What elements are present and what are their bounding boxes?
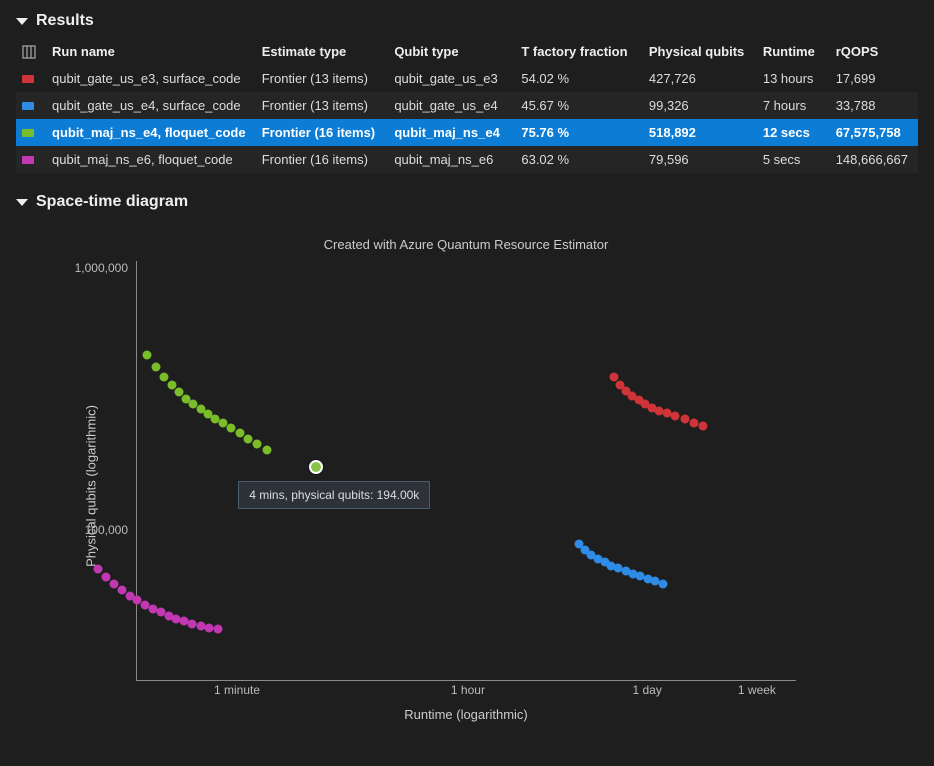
cell-rqops: 33,788 <box>830 92 918 119</box>
spacetime-section-header[interactable]: Space-time diagram <box>0 181 934 219</box>
cell-physical-qubits: 79,596 <box>643 146 757 173</box>
data-point[interactable] <box>93 564 102 573</box>
y-tick-label: 100,000 <box>85 523 128 537</box>
cell-run-name: qubit_gate_us_e3, surface_code <box>46 65 256 92</box>
cell-estimate-type: Frontier (13 items) <box>256 92 389 119</box>
cell-run-name: qubit_maj_ns_e4, floquet_code <box>46 119 256 146</box>
table-row[interactable]: qubit_maj_ns_e4, floquet_codeFrontier (1… <box>16 119 918 146</box>
cell-t-factory: 63.02 % <box>515 146 643 173</box>
cell-t-factory: 75.76 % <box>515 119 643 146</box>
cell-t-factory: 45.67 % <box>515 92 643 119</box>
chart-title: Created with Azure Quantum Resource Esti… <box>136 237 796 252</box>
series-color-icon <box>22 75 34 83</box>
data-point[interactable] <box>671 412 680 421</box>
cell-runtime: 5 secs <box>757 146 830 173</box>
table-row[interactable]: qubit_maj_ns_e6, floquet_codeFrontier (1… <box>16 146 918 173</box>
cell-run-name: qubit_maj_ns_e6, floquet_code <box>46 146 256 173</box>
cell-physical-qubits: 427,726 <box>643 65 757 92</box>
data-point[interactable] <box>262 446 271 455</box>
plot-area[interactable]: 4 mins, physical qubits: 194.00k <box>136 261 796 681</box>
data-point[interactable] <box>213 625 222 634</box>
data-point[interactable] <box>151 362 160 371</box>
cell-t-factory: 54.02 % <box>515 65 643 92</box>
spacetime-chart: Created with Azure Quantum Resource Esti… <box>6 231 934 741</box>
col-estimate-type[interactable]: Estimate type <box>256 38 389 65</box>
data-point[interactable] <box>662 409 671 418</box>
results-section-header[interactable]: Results <box>0 0 934 38</box>
data-point[interactable] <box>699 421 708 430</box>
cell-estimate-type: Frontier (13 items) <box>256 65 389 92</box>
x-tick-label: 1 day <box>632 683 661 697</box>
series-color-icon <box>22 129 34 137</box>
data-point[interactable] <box>143 351 152 360</box>
y-tick-label: 1,000,000 <box>75 261 128 275</box>
cell-rqops: 148,666,667 <box>830 146 918 173</box>
data-point[interactable] <box>187 619 196 628</box>
data-point[interactable] <box>690 418 699 427</box>
cell-rqops: 17,699 <box>830 65 918 92</box>
col-run-name[interactable]: Run name <box>46 38 256 65</box>
col-physical-qubits[interactable]: Physical qubits <box>643 38 757 65</box>
grid-icon <box>22 45 36 59</box>
cell-run-name: qubit_gate_us_e4, surface_code <box>46 92 256 119</box>
table-header-row: Run name Estimate type Qubit type T fact… <box>16 38 918 65</box>
chevron-down-icon <box>16 18 28 25</box>
series-color-icon <box>22 102 34 110</box>
data-point[interactable] <box>658 579 667 588</box>
col-rqops[interactable]: rQOPS <box>830 38 918 65</box>
results-table: Run name Estimate type Qubit type T fact… <box>16 38 918 173</box>
grid-icon-header <box>16 38 46 65</box>
data-point[interactable] <box>680 415 689 424</box>
cell-rqops: 67,575,758 <box>830 119 918 146</box>
col-qubit-type[interactable]: Qubit type <box>388 38 515 65</box>
x-tick-label: 1 hour <box>451 683 485 697</box>
spacetime-title: Space-time diagram <box>36 193 188 211</box>
col-runtime[interactable]: Runtime <box>757 38 830 65</box>
cell-estimate-type: Frontier (16 items) <box>256 146 389 173</box>
data-point[interactable] <box>227 424 236 433</box>
results-title: Results <box>36 12 94 30</box>
data-point[interactable] <box>205 623 214 632</box>
cell-physical-qubits: 99,326 <box>643 92 757 119</box>
cell-runtime: 13 hours <box>757 65 830 92</box>
x-axis-label: Runtime (logarithmic) <box>136 707 796 749</box>
x-tick-label: 1 minute <box>214 683 260 697</box>
cell-qubit-type: qubit_maj_ns_e4 <box>388 119 515 146</box>
cell-estimate-type: Frontier (16 items) <box>256 119 389 146</box>
cell-runtime: 7 hours <box>757 92 830 119</box>
cell-runtime: 12 secs <box>757 119 830 146</box>
table-row[interactable]: qubit_gate_us_e4, surface_codeFrontier (… <box>16 92 918 119</box>
col-t-factory[interactable]: T factory fraction <box>515 38 643 65</box>
table-row[interactable]: qubit_gate_us_e3, surface_codeFrontier (… <box>16 65 918 92</box>
chart-tooltip: 4 mins, physical qubits: 194.00k <box>238 481 430 509</box>
series-color-icon <box>22 156 34 164</box>
highlighted-point[interactable] <box>309 460 323 474</box>
cell-physical-qubits: 518,892 <box>643 119 757 146</box>
data-point[interactable] <box>244 434 253 443</box>
data-point[interactable] <box>253 440 262 449</box>
chevron-down-icon <box>16 199 28 206</box>
cell-qubit-type: qubit_gate_us_e4 <box>388 92 515 119</box>
data-point[interactable] <box>159 372 168 381</box>
cell-qubit-type: qubit_maj_ns_e6 <box>388 146 515 173</box>
x-tick-label: 1 week <box>738 683 776 697</box>
data-point[interactable] <box>102 573 111 582</box>
cell-qubit-type: qubit_gate_us_e3 <box>388 65 515 92</box>
